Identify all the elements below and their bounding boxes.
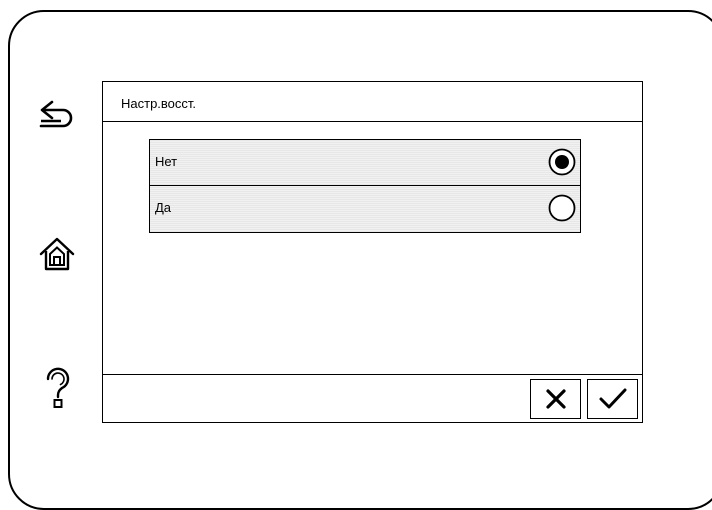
- option-no-label: Нет: [155, 154, 178, 169]
- back-button[interactable]: [35, 98, 81, 134]
- page-title: Настр.восст.: [121, 96, 197, 111]
- help-button[interactable]: [42, 366, 74, 410]
- radio-selected-icon[interactable]: [547, 147, 577, 177]
- cancel-button[interactable]: [530, 379, 581, 419]
- action-bar: [103, 374, 642, 422]
- ok-button[interactable]: [587, 379, 638, 419]
- option-list: Нет Да: [149, 139, 581, 233]
- option-yes-label: Да: [155, 200, 172, 215]
- home-button[interactable]: [37, 235, 77, 275]
- option-yes[interactable]: Да: [150, 186, 580, 232]
- help-icon: [46, 367, 70, 408]
- back-arrow-icon: [39, 100, 73, 128]
- main-panel: Настр.восст. Нет Да: [102, 81, 643, 423]
- home-icon: [39, 237, 75, 271]
- radio-unselected-icon[interactable]: [547, 193, 577, 223]
- close-icon: [545, 389, 566, 409]
- title-bar: Настр.восст.: [103, 82, 642, 122]
- checkmark-icon: [599, 388, 626, 409]
- option-no[interactable]: Нет: [150, 140, 580, 186]
